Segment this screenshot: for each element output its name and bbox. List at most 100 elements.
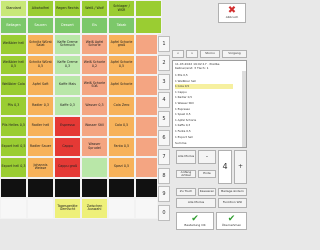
product-button[interactable] (135, 177, 158, 198)
subtab-0[interactable]: Beilagen (0, 17, 27, 34)
numpad-key-5[interactable]: 5 (158, 111, 170, 128)
product-button[interactable] (135, 198, 158, 219)
product-button[interactable]: Apfel Schorle (108, 75, 135, 96)
alle-modus-button[interactable]: Alle Modus (176, 150, 196, 164)
tab-2[interactable]: Regen Rechts (54, 0, 81, 17)
numpad-key-4[interactable]: 4 (158, 92, 170, 109)
numpad-key-0[interactable]: 0 (158, 205, 170, 222)
nav-next-button[interactable]: > (186, 50, 198, 58)
funktion-button[interactable]: Funktion Wkl (218, 198, 247, 208)
product-button[interactable]: Weißbier hell 0,5 (0, 54, 27, 75)
product-button[interactable] (54, 177, 81, 198)
numpad-key-2[interactable]: 2 (158, 54, 170, 71)
product-button[interactable] (27, 177, 54, 198)
receipt-line[interactable]: 1 Export hell (175, 135, 233, 140)
subtab-1[interactable]: Saucen (27, 17, 54, 34)
product-button[interactable]: Weiß Apfel Schorle (81, 34, 108, 55)
product-button[interactable]: Apfel Schorle 0,5 (108, 54, 135, 75)
kassieren-button[interactable]: Kassieren (198, 188, 216, 196)
plus-button[interactable]: + (234, 150, 247, 184)
product-button[interactable]: Fanta 0,5 (108, 136, 135, 157)
product-button[interactable]: Tagesgeräte Gemischt (54, 198, 81, 219)
beilage-button[interactable]: Beilage ändern (218, 188, 247, 196)
product-button[interactable] (135, 116, 158, 137)
product-button[interactable]: Weiß Schorle 0,2 (81, 54, 108, 75)
product-button[interactable] (81, 157, 108, 178)
numpad-key-1[interactable]: 1 (158, 36, 170, 52)
anfang-button[interactable]: Anfang Artikel (176, 170, 196, 178)
tab-4[interactable]: Schlager / WSR (108, 0, 135, 17)
product-button[interactable]: Kaffe Creme 0,3 (54, 54, 81, 75)
product-button[interactable] (0, 198, 27, 219)
subtab-2[interactable]: Dessert (54, 17, 81, 34)
product-button[interactable]: Export hell 0,3 (0, 157, 27, 178)
product-button[interactable] (135, 157, 158, 178)
product-button[interactable]: Wasser Still (81, 116, 108, 137)
product-button[interactable] (135, 95, 158, 116)
tab-0[interactable]: Standard (0, 0, 27, 17)
bestellung-ok-button[interactable]: ✔ Bestellung OK (176, 212, 214, 230)
ende-button[interactable]: Ende (198, 170, 216, 178)
product-button[interactable] (135, 75, 158, 96)
product-button[interactable]: Kaffe Mais (54, 75, 81, 96)
product-button[interactable]: Espresso (54, 116, 81, 137)
product-button[interactable]: Pils Helles 0,5 (0, 116, 27, 137)
numpad-key-3[interactable]: 3 (158, 73, 170, 90)
vorgang-button[interactable]: Vorgang (222, 50, 247, 58)
product-button[interactable]: Weißbier Cola (0, 75, 27, 96)
tab-1[interactable]: Alkoholfrei (27, 0, 54, 17)
nav-prev-button[interactable]: < (172, 50, 184, 58)
tab-3[interactable]: Weiß / Wolf (81, 0, 108, 17)
product-button[interactable]: Cola Zero (108, 95, 135, 116)
receipt-line[interactable]: 1 Spezi 0,5 (175, 112, 233, 117)
product-button[interactable]: Johannis Weisse (27, 157, 54, 178)
subtab-4[interactable]: Tabak (108, 17, 135, 34)
numpad-key-9[interactable]: 9 (158, 186, 170, 203)
product-button[interactable]: Wasser Sprudel (81, 136, 108, 157)
product-button[interactable] (27, 198, 54, 219)
receipt-line[interactable]: 1 Wasser Still (175, 101, 233, 106)
product-button[interactable]: Schnitz Würst 0,5 (27, 54, 54, 75)
product-button[interactable]: Radler 0,3 (27, 95, 54, 116)
product-button[interactable]: Schnitz Würst Salat (27, 34, 54, 55)
product-button[interactable]: Kaffe Creme Schmuck (54, 34, 81, 55)
product-button[interactable]: Spezi 0,5 (108, 157, 135, 178)
product-button[interactable]: Export hell 0,5 (0, 136, 27, 157)
product-button[interactable] (0, 177, 27, 198)
product-button[interactable]: Radler hell (27, 116, 54, 137)
product-button[interactable] (81, 177, 108, 198)
product-button[interactable]: Kaffe 0,3 (54, 95, 81, 116)
receipt-line[interactable]: 1 Cola 0,5 (175, 84, 233, 90)
product-button[interactable] (135, 54, 158, 75)
product-button[interactable]: Weiß Schorle Süß (81, 75, 108, 96)
receipt-line[interactable]: 1 Apfel Schorle (175, 118, 233, 123)
aufruf-button[interactable]: Alle Modus (176, 198, 216, 208)
storno-button[interactable]: Storno (200, 50, 220, 58)
receipt-line[interactable]: 1 Weißbier hell (175, 79, 233, 84)
subtab-3[interactable]: Eis (81, 17, 108, 34)
product-button[interactable]: Zwischen Auswahl (81, 198, 108, 219)
product-button[interactable]: Cola 0,5 (108, 116, 135, 137)
product-button[interactable]: Cappu (54, 136, 81, 157)
receipt-line[interactable]: 1 Pils 0,5 (175, 73, 233, 78)
product-button[interactable] (108, 177, 135, 198)
product-button[interactable]: Wasser 0,3 (81, 95, 108, 116)
receipt-line[interactable]: 1 Fanta 0,5 (175, 129, 233, 134)
receipt-scrollbar[interactable] (242, 71, 246, 147)
numpad-key-7[interactable]: 7 (158, 148, 170, 165)
receipt-line[interactable]: 1 Kaffe 0,3 (175, 123, 233, 128)
minus-button[interactable]: - (198, 150, 216, 164)
product-button[interactable]: Weißbier hell (0, 34, 27, 55)
numpad-key-6[interactable]: 6 (158, 130, 170, 146)
numpad-key-8[interactable]: 8 (158, 167, 170, 184)
product-button[interactable]: Apfel Schorle groß (108, 34, 135, 55)
product-button[interactable] (135, 34, 158, 55)
receipt-line[interactable]: 1 Radler 0,5 (175, 95, 233, 100)
product-button[interactable] (135, 136, 158, 157)
product-button[interactable]: Radler Sauer (27, 136, 54, 157)
receipt-line[interactable]: 1 Espresso (175, 107, 233, 112)
zu-tisch-button[interactable]: Zu Tisch (176, 188, 196, 196)
uebernehmen-button[interactable]: ✔ Übernehmen (216, 212, 247, 230)
product-button[interactable]: Apfel Saft (27, 75, 54, 96)
product-button[interactable]: Pils 0,3 (0, 95, 27, 116)
